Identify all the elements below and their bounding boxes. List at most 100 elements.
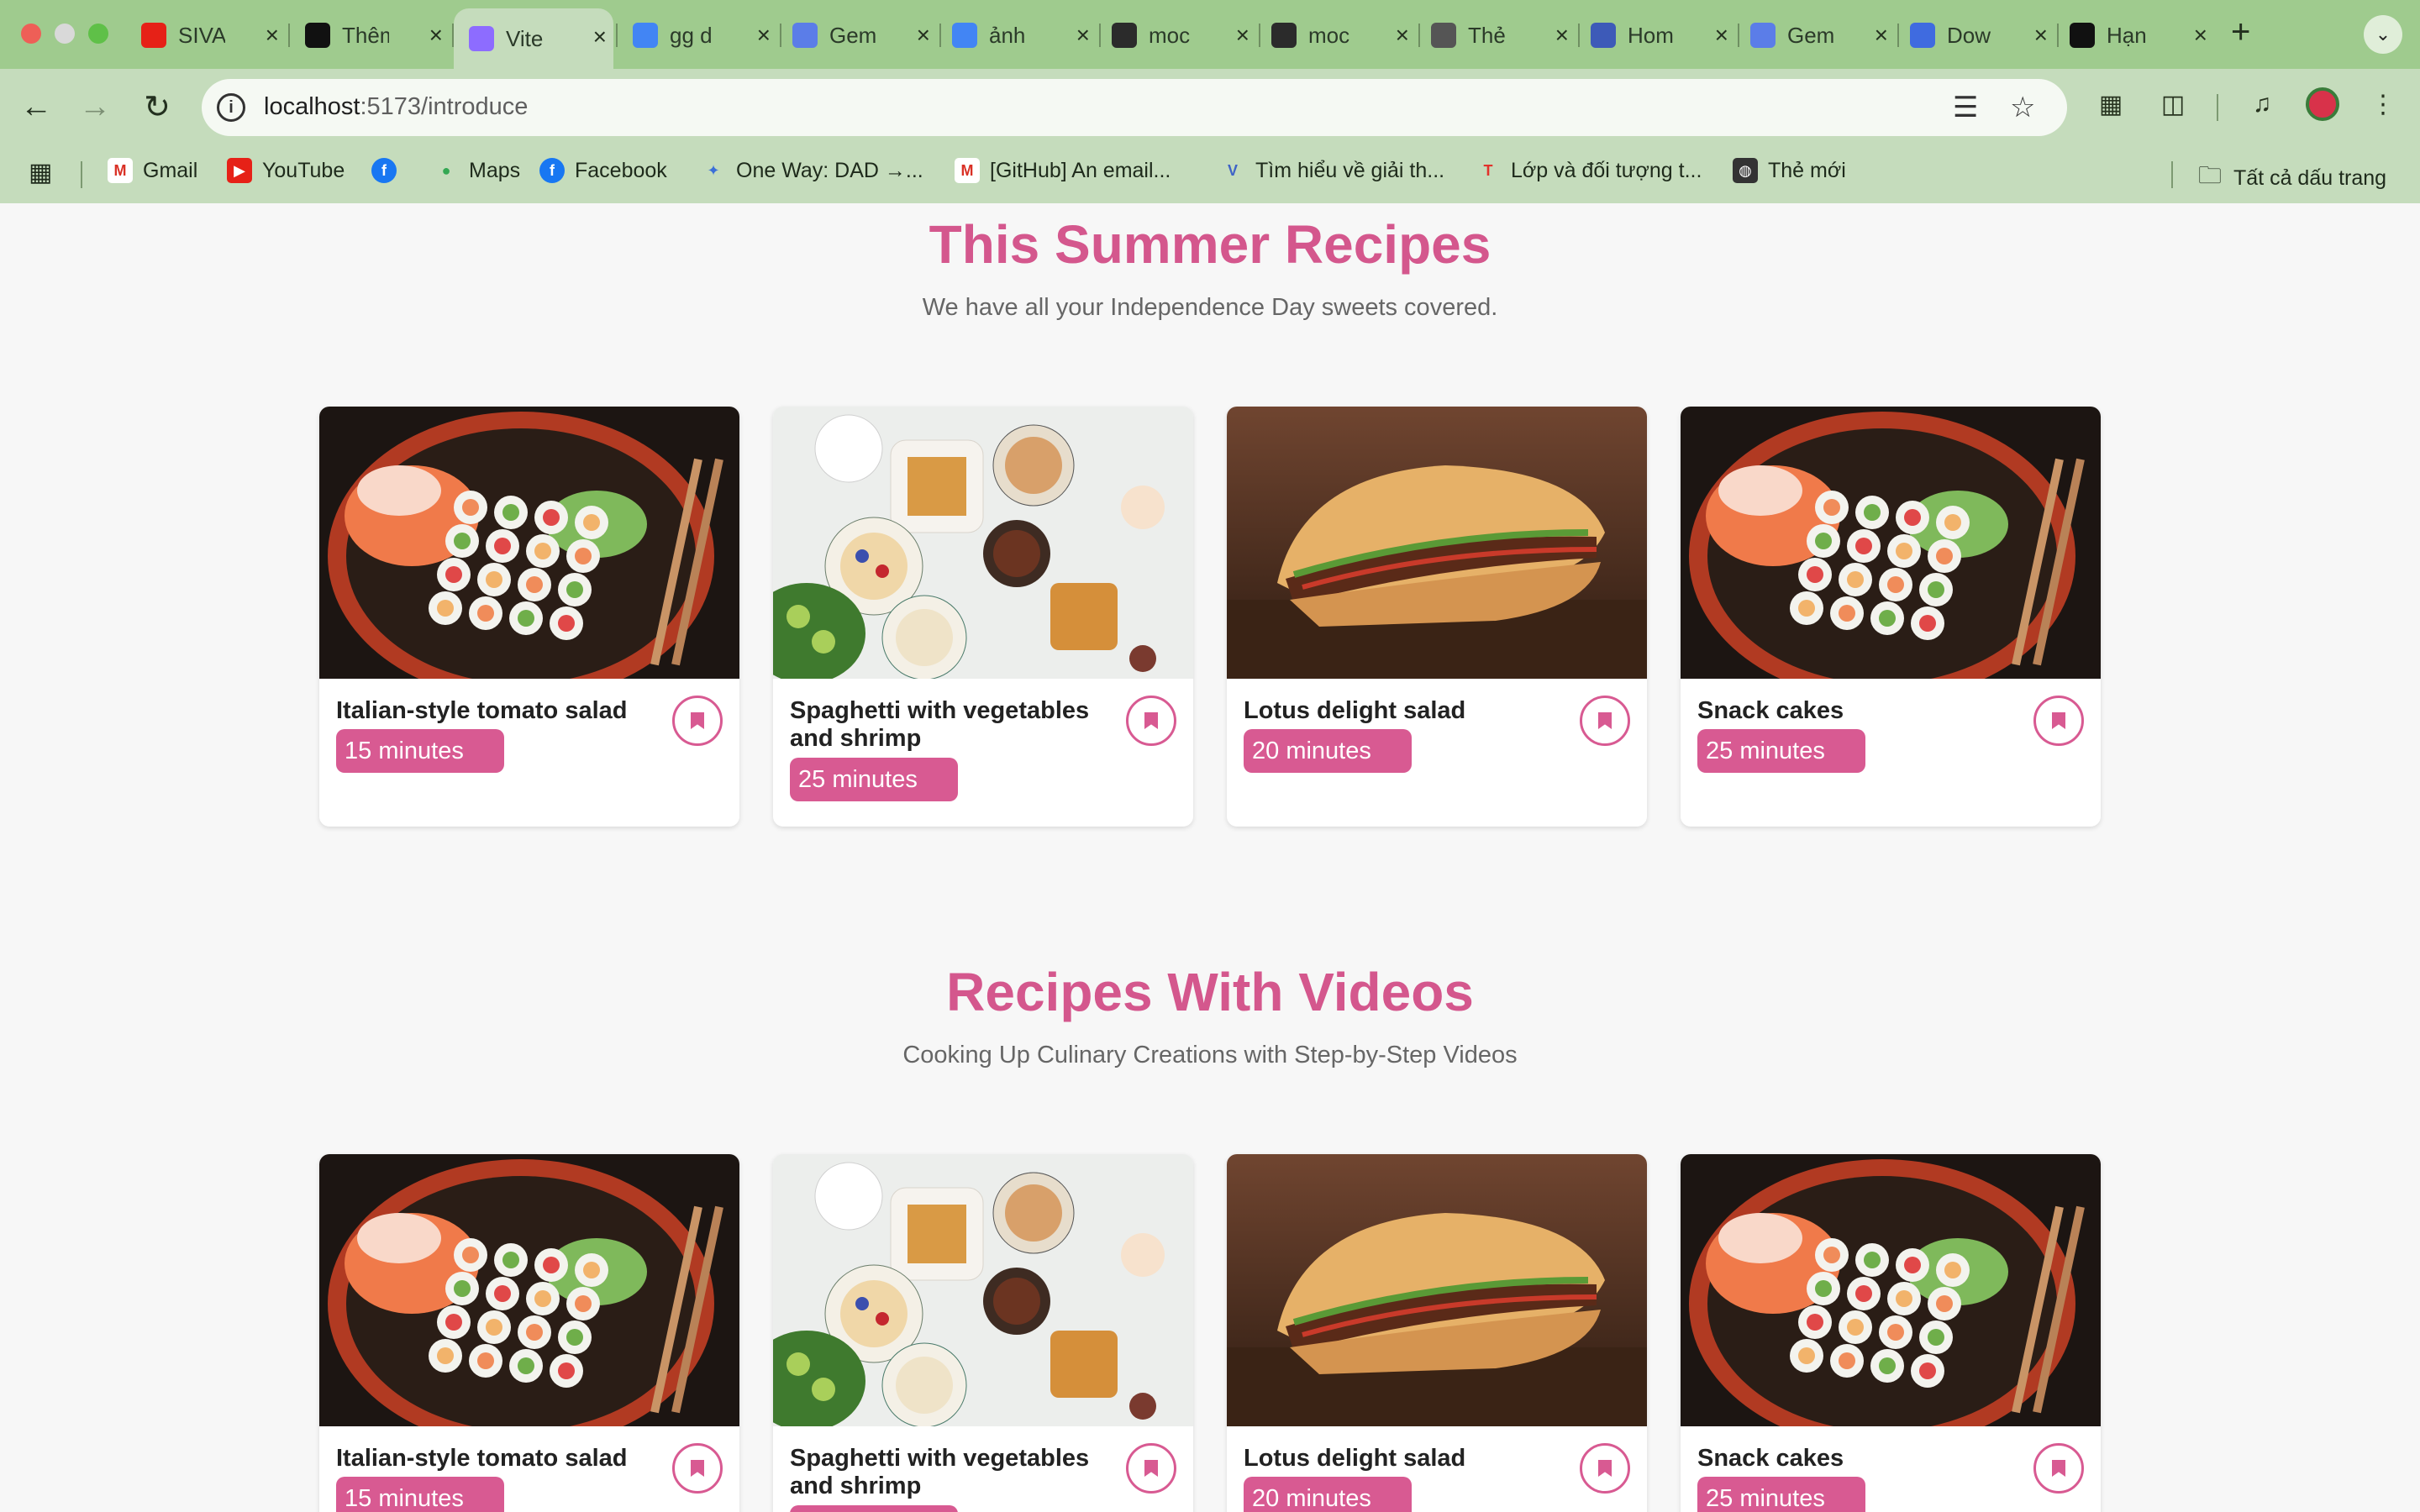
- browser-tab[interactable]: Hom ×: [1576, 12, 1735, 59]
- recipe-card[interactable]: Lotus delight salad 20 minutes: [1227, 1154, 1647, 1512]
- tab-divider: [616, 24, 618, 47]
- browser-tab[interactable]: Gem ×: [777, 12, 937, 59]
- save-recipe-button[interactable]: [672, 1443, 723, 1494]
- tab-close-icon[interactable]: ×: [593, 24, 607, 50]
- recipe-title: Italian-style tomato salad: [336, 1445, 628, 1472]
- save-recipe-button[interactable]: [1126, 696, 1176, 746]
- bookmarks-divider: [2171, 161, 2173, 188]
- cook-time-badge: 25 minutes: [1697, 1477, 1865, 1512]
- save-recipe-button[interactable]: [1580, 1443, 1630, 1494]
- bookmark-label: [GitHub] An email...: [990, 158, 1171, 182]
- tab-close-icon[interactable]: ×: [1555, 22, 1569, 49]
- tab-title: moc: [1308, 22, 1350, 48]
- bookmark-item[interactable]: V Tìm hiểu về giải th...: [1220, 158, 1444, 183]
- tab-close-icon[interactable]: ×: [1396, 22, 1409, 49]
- tab-close-icon[interactable]: ×: [757, 22, 771, 49]
- browser-tab[interactable]: SIVA ×: [126, 12, 286, 59]
- vuetify-icon: V: [1227, 161, 1238, 179]
- bookmark-item[interactable]: f: [371, 158, 407, 183]
- tab-close-icon[interactable]: ×: [429, 22, 443, 49]
- maximize-window-button[interactable]: [88, 24, 108, 44]
- bookmark-item[interactable]: f Facebook: [539, 158, 667, 183]
- tab-divider: [1897, 24, 1899, 47]
- tab-close-icon[interactable]: ×: [2034, 22, 2048, 49]
- bookmark-icon: [1598, 712, 1612, 729]
- browser-tab[interactable]: Thẻ ×: [1416, 12, 1576, 59]
- save-recipe-button[interactable]: [672, 696, 723, 746]
- browser-tab[interactable]: Dow ×: [1895, 12, 2054, 59]
- recipe-image: [773, 1154, 1193, 1431]
- section-title: Recipes With Videos: [946, 962, 1474, 1022]
- reload-icon[interactable]: ↻: [136, 86, 178, 128]
- tab-title: Gem: [829, 22, 876, 48]
- all-bookmarks-folder[interactable]: 🗀 Tất cả dấu trang: [2198, 158, 2386, 198]
- tab-close-icon[interactable]: ×: [2194, 22, 2207, 49]
- browser-tab[interactable]: Thêm ×: [290, 12, 450, 59]
- bookmark-label: Maps: [469, 158, 521, 182]
- tab-close-icon[interactable]: ×: [266, 22, 279, 49]
- recipe-card[interactable]: Lotus delight salad 20 minutes: [1227, 407, 1647, 827]
- folder-icon: 🗀: [2198, 162, 2223, 188]
- gmail-icon: M: [108, 158, 133, 183]
- tab-close-icon[interactable]: ×: [1715, 22, 1728, 49]
- forward-icon[interactable]: →: [74, 86, 116, 128]
- save-recipe-button[interactable]: [1580, 696, 1630, 746]
- browser-tab[interactable]: ảnh ×: [937, 12, 1097, 59]
- extensions-puzzle-icon[interactable]: ◫: [2156, 87, 2190, 121]
- media-controls-icon[interactable]: ♫: [2245, 87, 2279, 121]
- recipe-image: [319, 407, 739, 701]
- bookmark-item[interactable]: ▶ YouTube: [227, 158, 345, 183]
- recipe-card[interactable]: Italian-style tomato salad 15 minutes: [319, 407, 739, 827]
- bookmark-item[interactable]: ✦ One Way: DAD →...: [701, 158, 923, 183]
- tab-close-icon[interactable]: ×: [1076, 22, 1090, 49]
- tab-search-button[interactable]: ⌄: [2364, 15, 2402, 54]
- save-recipe-button[interactable]: [2033, 1443, 2084, 1494]
- recipe-image: [1227, 1154, 1647, 1426]
- bookmark-item[interactable]: ● Maps: [434, 158, 521, 183]
- recipe-title: Italian-style tomato salad: [336, 697, 628, 724]
- translate-icon[interactable]: ☰: [1953, 91, 1978, 124]
- back-icon[interactable]: ←: [15, 86, 57, 128]
- address-bar[interactable]: i localhost:5173/introduce ☰ ☆: [202, 79, 2067, 136]
- url-text[interactable]: localhost:5173/introduce: [264, 93, 528, 121]
- site-info-icon[interactable]: i: [217, 93, 245, 122]
- minimize-window-button[interactable]: [55, 24, 75, 44]
- save-recipe-button[interactable]: [1126, 1443, 1176, 1494]
- browser-tab[interactable]: Gem ×: [1735, 12, 1895, 59]
- apps-grid-icon[interactable]: ▦: [29, 158, 52, 187]
- browser-tab[interactable]: moc ×: [1256, 12, 1416, 59]
- recipe-card[interactable]: Snack cakes 25 minutes: [1681, 407, 2101, 827]
- recipe-image: [773, 407, 1193, 684]
- cook-time-badge: 15 minutes: [336, 729, 504, 773]
- browser-tab[interactable]: Hạn ×: [2054, 12, 2214, 59]
- bookmark-item[interactable]: M [GitHub] An email...: [955, 158, 1171, 183]
- bookmark-item[interactable]: ◍ Thẻ mới: [1733, 158, 1846, 183]
- browser-menu-icon[interactable]: ⋮: [2366, 87, 2400, 121]
- bookmark-star-icon[interactable]: ☆: [2010, 91, 2035, 124]
- bookmark-label: YouTube: [262, 158, 345, 182]
- youtube-icon: [141, 23, 166, 48]
- new-tab-button[interactable]: +: [2231, 13, 2250, 51]
- save-recipe-button[interactable]: [2033, 696, 2084, 746]
- tab-close-icon[interactable]: ×: [1875, 22, 1888, 49]
- tab-title: moc: [1149, 22, 1191, 48]
- browser-tab[interactable]: gg d ×: [618, 12, 777, 59]
- recipe-card[interactable]: Italian-style tomato salad 15 minutes: [319, 1154, 739, 1512]
- bookmark-item[interactable]: M Gmail: [108, 158, 197, 183]
- bookmark-icon: [2052, 1460, 2065, 1477]
- recipe-card[interactable]: Spaghetti with vegetables and shrimp 25 m…: [773, 1154, 1193, 1512]
- profile-avatar[interactable]: [2306, 87, 2339, 121]
- browser-tab[interactable]: moc ×: [1097, 12, 1256, 59]
- bookmark-item[interactable]: T Lớp và đối tượng t...: [1476, 158, 1702, 183]
- extension-translate-icon[interactable]: ▦: [2094, 87, 2128, 121]
- recipe-title: Spaghetti with vegetables and shrimp: [790, 697, 1090, 752]
- tab-close-icon[interactable]: ×: [917, 22, 930, 49]
- tab-divider: [1099, 24, 1101, 47]
- recipe-card[interactable]: Snack cakes 25 minutes: [1681, 1154, 2101, 1512]
- close-window-button[interactable]: [21, 24, 41, 44]
- recipe-title: Snack cakes: [1697, 697, 1844, 724]
- recipe-card[interactable]: Spaghetti with vegetables and shrimp 25 m…: [773, 407, 1193, 827]
- tab-close-icon[interactable]: ×: [1236, 22, 1249, 49]
- tab-title: Hạn: [2107, 22, 2147, 48]
- browser-tab[interactable]: Vite ×: [454, 8, 613, 69]
